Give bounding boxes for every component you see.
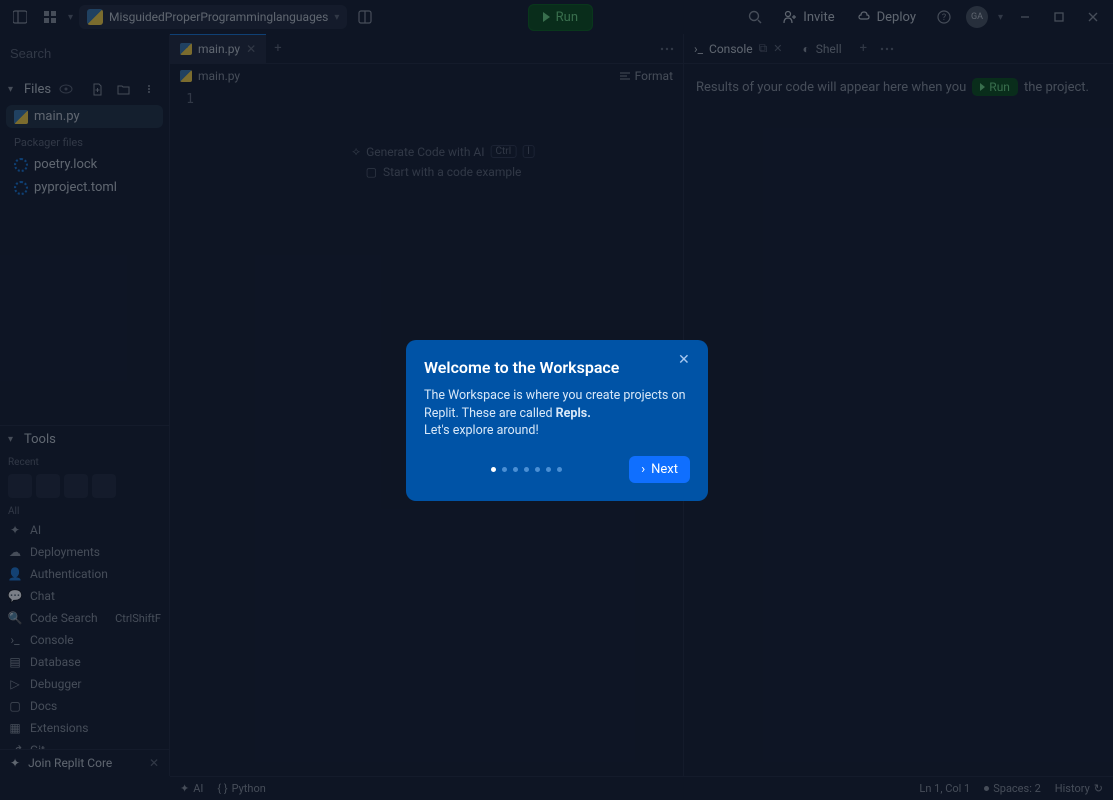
next-button[interactable]: › Next — [629, 456, 690, 483]
step-dot[interactable] — [557, 467, 562, 472]
step-dot[interactable] — [491, 467, 496, 472]
next-label: Next — [651, 462, 678, 477]
step-dot[interactable] — [502, 467, 507, 472]
welcome-modal: ✕ Welcome to the Workspace The Workspace… — [406, 340, 708, 501]
modal-text-2: Let's explore around! — [424, 423, 539, 438]
step-dot[interactable] — [535, 467, 540, 472]
step-dot[interactable] — [513, 467, 518, 472]
step-dot[interactable] — [524, 467, 529, 472]
modal-title: Welcome to the Workspace — [424, 358, 690, 377]
close-modal-button[interactable]: ✕ — [678, 352, 696, 370]
step-dot[interactable] — [546, 467, 551, 472]
modal-text-bold: Repls. — [556, 406, 591, 421]
step-dots — [491, 467, 562, 472]
chevron-right-icon: › — [641, 462, 645, 477]
modal-text: The Workspace is where you create projec… — [424, 387, 690, 440]
modal-footer: › Next — [424, 456, 690, 483]
